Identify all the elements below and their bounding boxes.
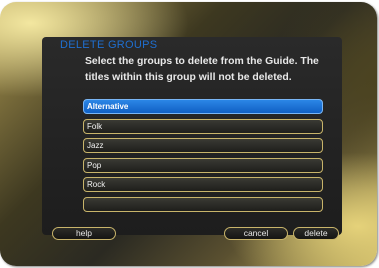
group-item-pop[interactable]: Pop [83,157,323,173]
delete-button[interactable]: delete [293,227,339,240]
instruction-line: Select the groups to delete from the Gui… [85,56,319,67]
instructions: Select the groups to delete from the Gui… [85,54,345,86]
help-button[interactable]: help [52,227,116,240]
group-item-alternative[interactable]: Alternative [83,99,323,114]
group-item-folk[interactable]: Folk [83,118,323,134]
dialog-title: DELETE GROUPS [60,39,158,51]
group-item-jazz[interactable]: Jazz [83,138,323,153]
cancel-button[interactable]: cancel [224,227,288,240]
group-list: Alternative Folk Jazz Pop Rock [83,99,323,216]
group-item-rock[interactable]: Rock [83,177,323,192]
group-item-empty[interactable] [83,196,323,212]
instruction-line: titles within this group will not be del… [85,72,292,83]
